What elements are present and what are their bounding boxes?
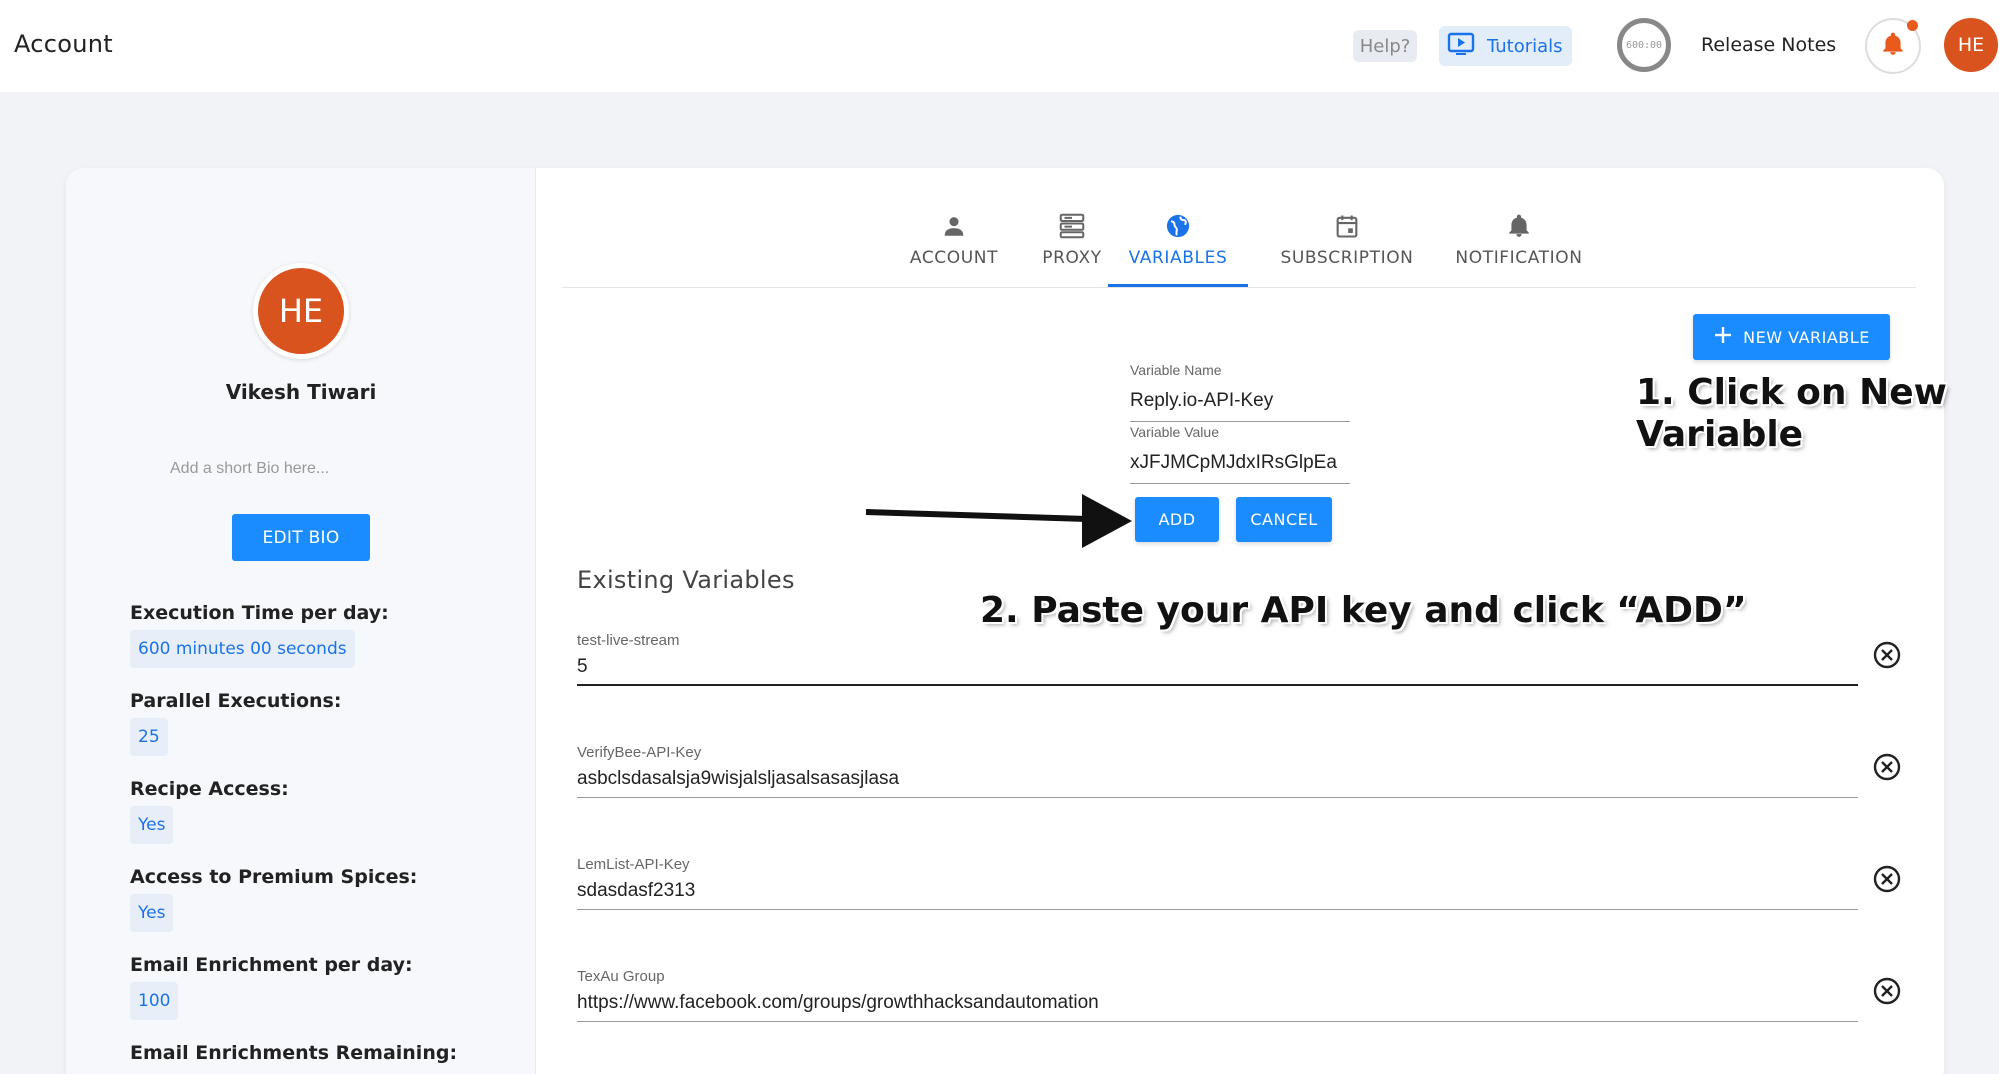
add-button[interactable]: ADD bbox=[1135, 497, 1219, 542]
existing-variables-title: Existing Variables bbox=[577, 566, 795, 594]
variable-name: LemList-API-Key bbox=[577, 856, 690, 873]
notification-dot bbox=[1907, 20, 1918, 31]
variable-value[interactable]: 5 bbox=[577, 656, 588, 678]
variable-name-label: Variable Name bbox=[1130, 362, 1222, 378]
stat-label: Email Enrichment per day: bbox=[130, 954, 413, 976]
bio-placeholder[interactable]: Add a short Bio here... bbox=[170, 460, 329, 478]
user-avatar[interactable]: HE bbox=[1944, 18, 1998, 72]
stat-label: Execution Time per day: bbox=[130, 602, 389, 624]
tab-notification[interactable]: NOTIFICATION bbox=[1434, 200, 1604, 288]
variable-name: VerifyBee-API-Key bbox=[577, 744, 702, 761]
stat-value: Yes bbox=[130, 806, 174, 844]
active-tab-indicator bbox=[1108, 284, 1248, 287]
bell-icon bbox=[1506, 208, 1532, 244]
new-variable-button[interactable]: NEW VARIABLE bbox=[1693, 314, 1890, 360]
tutorials-label: Tutorials bbox=[1487, 35, 1563, 57]
new-variable-label: NEW VARIABLE bbox=[1743, 327, 1870, 347]
bell-icon bbox=[1880, 31, 1906, 62]
stat-label: Email Enrichments Remaining: bbox=[130, 1042, 458, 1064]
tab-variables[interactable]: VARIABLES bbox=[1108, 200, 1248, 288]
tutorials-button[interactable]: Tutorials bbox=[1439, 26, 1572, 66]
edit-bio-button[interactable]: EDIT BIO bbox=[232, 514, 370, 561]
stat-label: Access to Premium Spices: bbox=[130, 866, 418, 888]
variable-value[interactable]: sdasdasf2313 bbox=[577, 880, 695, 902]
annotation-step-1: 1. Click on New Variable bbox=[1636, 372, 1947, 455]
tab-account[interactable]: ACCOUNT bbox=[894, 200, 1014, 288]
plus-icon bbox=[1713, 325, 1733, 349]
variable-underline bbox=[577, 684, 1858, 686]
variable-value[interactable]: asbclsdasalsja9wisjalsljasalsasasjlasa bbox=[577, 768, 899, 790]
remove-variable-icon[interactable] bbox=[1873, 865, 1901, 893]
variable-name-input[interactable]: Reply.io-API-Key bbox=[1130, 390, 1350, 412]
help-button[interactable]: Help? bbox=[1353, 30, 1417, 62]
variable-underline bbox=[577, 1021, 1858, 1022]
tab-proxy[interactable]: PROXY bbox=[1022, 200, 1122, 288]
top-bar: Account Help? Tutorials 600:00 Release N… bbox=[0, 0, 1999, 92]
stat-value: 100 bbox=[130, 982, 179, 1020]
page-title: Account bbox=[14, 30, 114, 58]
server-icon bbox=[1057, 208, 1087, 244]
remove-variable-icon[interactable] bbox=[1873, 753, 1901, 781]
timer-indicator[interactable]: 600:00 bbox=[1617, 18, 1671, 72]
globe-icon bbox=[1164, 208, 1192, 244]
profile-avatar: HE bbox=[253, 263, 349, 359]
tab-subscription[interactable]: SUBSCRIPTION bbox=[1262, 200, 1432, 288]
variable-name: test-live-stream bbox=[577, 632, 680, 649]
variable-underline bbox=[577, 909, 1858, 910]
person-icon bbox=[941, 208, 967, 244]
stat-value: Yes bbox=[130, 894, 174, 932]
variable-value-input[interactable]: xJFJMCpMJdxIRsGlpEa bbox=[1130, 452, 1350, 474]
cancel-button[interactable]: CANCEL bbox=[1236, 497, 1332, 542]
calendar-icon bbox=[1333, 208, 1361, 244]
annotation-arrow bbox=[862, 490, 1132, 555]
stat-value: 25 bbox=[130, 718, 168, 756]
annotation-step-2: 2. Paste your API key and click “ADD” bbox=[980, 590, 1747, 631]
stat-value: 600 minutes 00 seconds bbox=[130, 630, 355, 668]
remove-variable-icon[interactable] bbox=[1873, 641, 1901, 669]
variable-value[interactable]: https://www.facebook.com/groups/growthha… bbox=[577, 992, 1099, 1014]
stat-label: Recipe Access: bbox=[130, 778, 289, 800]
release-notes-link[interactable]: Release Notes bbox=[1701, 34, 1836, 56]
remove-variable-icon[interactable] bbox=[1873, 977, 1901, 1005]
variable-name: TexAu Group bbox=[577, 968, 665, 985]
variable-underline bbox=[577, 797, 1858, 798]
variable-value-label: Variable Value bbox=[1130, 424, 1219, 440]
stat-label: Parallel Executions: bbox=[130, 690, 342, 712]
play-video-icon bbox=[1447, 32, 1475, 61]
variable-value-underline bbox=[1130, 483, 1350, 484]
variable-name-underline bbox=[1130, 421, 1350, 422]
profile-name: Vikesh Tiwari bbox=[225, 380, 377, 404]
settings-tabs: ACCOUNT PROXY VARIABLES SUBSCRIPTION NOT… bbox=[562, 200, 1916, 288]
